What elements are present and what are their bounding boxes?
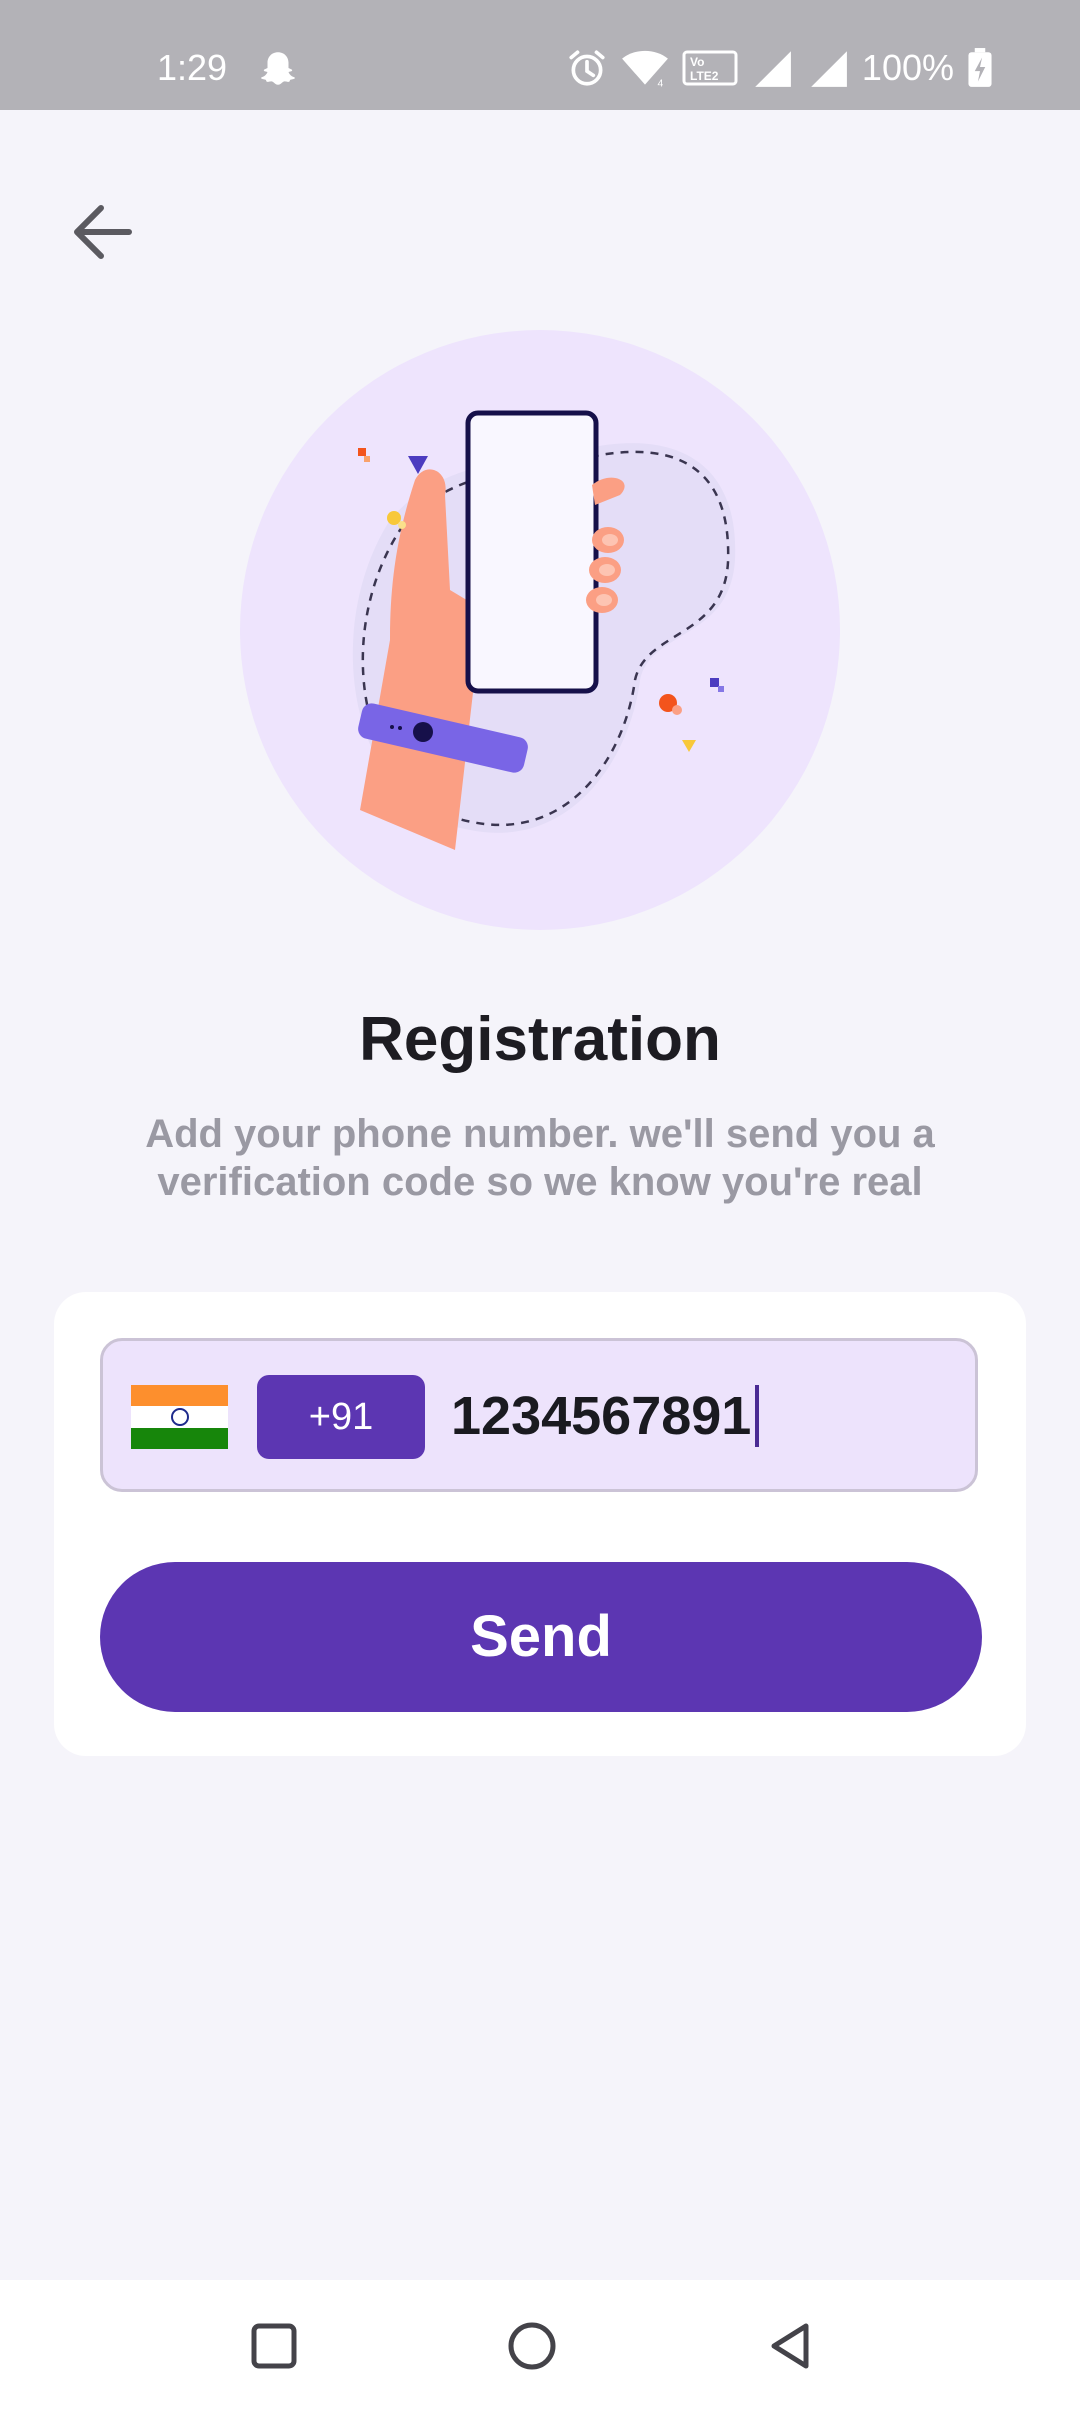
- signal-icon: [755, 51, 791, 87]
- battery-charging-icon: [968, 48, 992, 87]
- status-icons: 4 Vo LTE2 100%: [566, 46, 994, 90]
- page-subtitle: Add your phone number. we'll send you a …: [145, 1112, 935, 1204]
- registration-card: +91 1234567891 Send: [54, 1292, 1026, 1756]
- recents-button[interactable]: [234, 2306, 314, 2386]
- svg-text:4: 4: [657, 79, 663, 89]
- svg-text:Vo: Vo: [690, 55, 704, 69]
- arrow-left-icon: [74, 205, 132, 259]
- india-flag-icon[interactable]: [131, 1385, 228, 1449]
- send-button[interactable]: Send: [100, 1562, 982, 1712]
- country-code-button[interactable]: +91: [257, 1375, 425, 1459]
- nav-back-button[interactable]: [750, 2306, 830, 2386]
- text-cursor: [755, 1385, 760, 1447]
- alarm-icon: [569, 50, 605, 86]
- status-bar: 1:29 4 Vo LTE2 100%: [0, 0, 1080, 110]
- battery-percent: 100%: [861, 47, 954, 88]
- phone-number-input[interactable]: 1234567891: [451, 1371, 951, 1461]
- signal-icon: [811, 51, 847, 87]
- status-time: 1:29: [157, 47, 228, 88]
- back-button[interactable]: [60, 190, 144, 274]
- phone-field[interactable]: +91 1234567891: [100, 1338, 978, 1492]
- page-title: Registration: [359, 1005, 721, 1074]
- navigation-bar: [0, 2280, 1080, 2412]
- wifi-icon: 4: [622, 50, 668, 89]
- phone-in-hand-illustration: [240, 330, 840, 930]
- home-button[interactable]: [492, 2306, 572, 2386]
- recents-icon: [251, 2323, 297, 2369]
- svg-text:LTE2: LTE2: [690, 69, 719, 83]
- volte-icon: Vo LTE2: [682, 50, 738, 86]
- home-icon: [508, 2322, 556, 2370]
- snapchat-icon: [261, 52, 295, 85]
- phone-number-value: 1234567891: [451, 1386, 752, 1446]
- back-icon: [771, 2323, 809, 2369]
